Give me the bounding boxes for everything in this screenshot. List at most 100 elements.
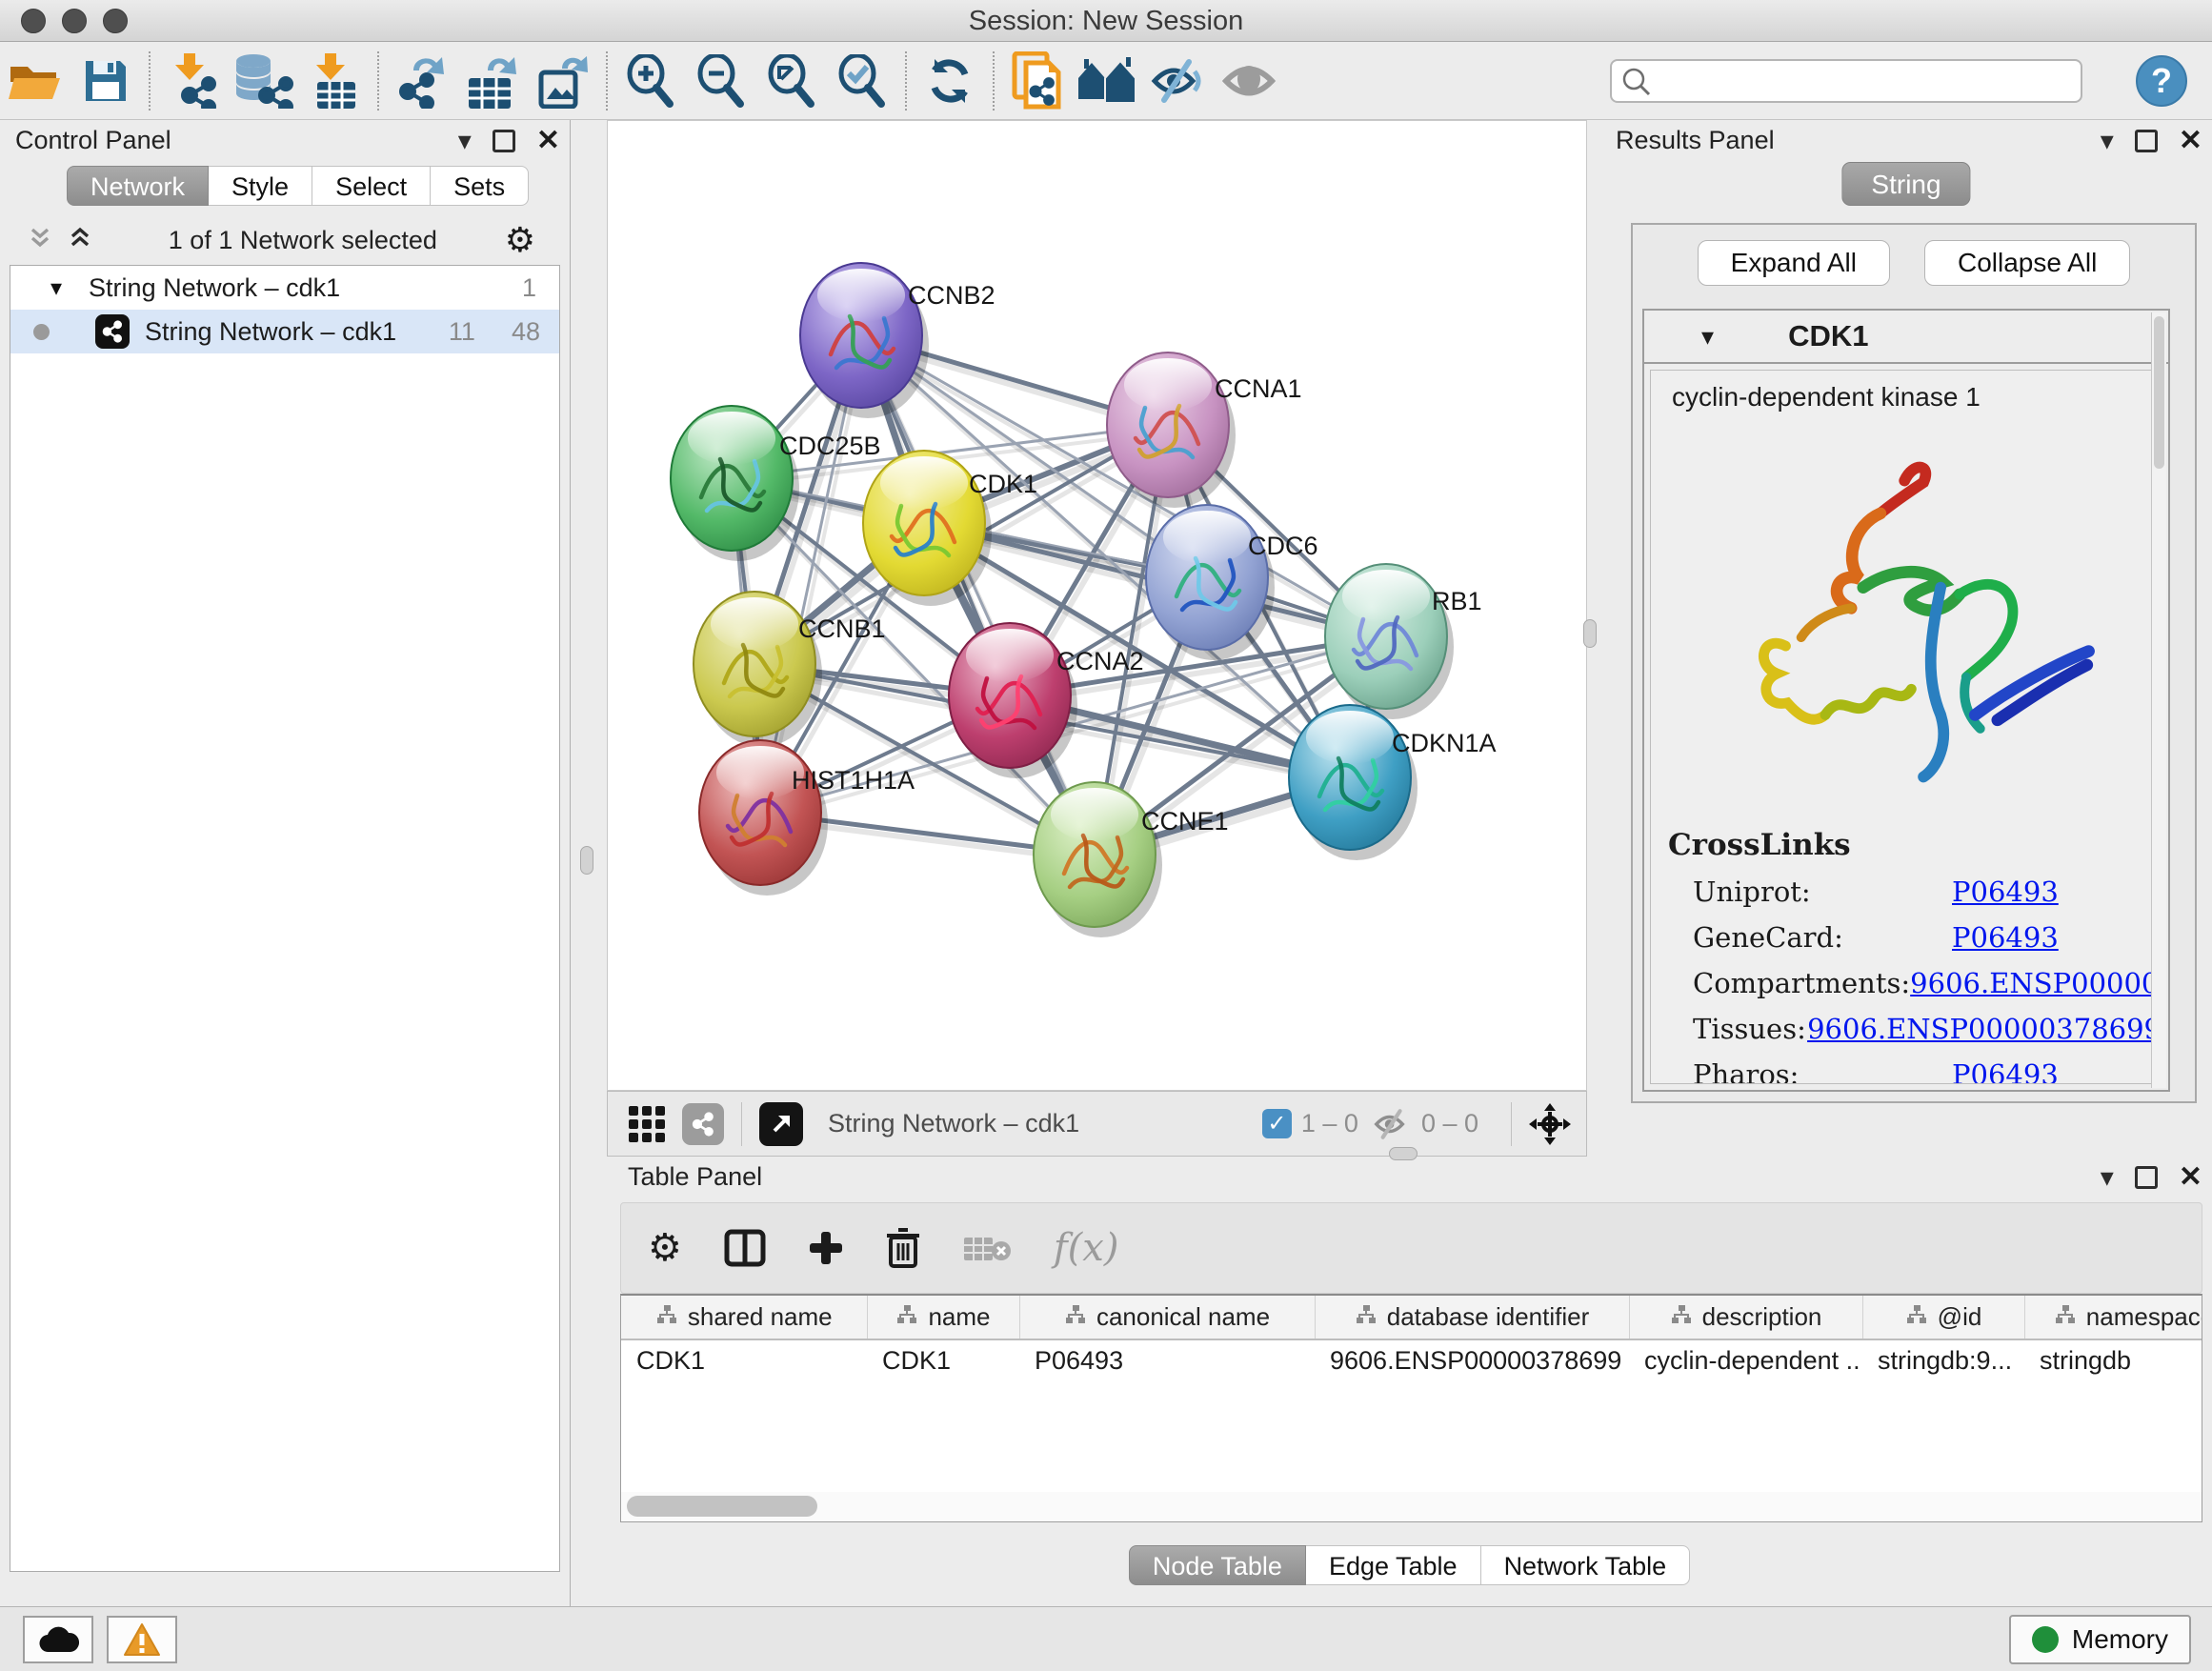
entry-gene-name: CDK1: [1788, 319, 1868, 353]
entry-description: cyclin-dependent kinase 1: [1672, 382, 2162, 413]
tab-network[interactable]: Network: [67, 166, 209, 206]
birds-eye-view-button[interactable]: [759, 1102, 803, 1146]
column-header-namespace[interactable]: namespace: [2024, 1296, 2202, 1339]
network-selection-summary: 1 of 1 Network selected: [101, 226, 505, 255]
entry-collapse-arrow-icon[interactable]: ▾: [1701, 322, 1714, 352]
open-session-button[interactable]: [0, 48, 70, 114]
expand-all-icon[interactable]: [69, 226, 101, 254]
node-entry-box: ▾ CDK1 cyclin-dependent kinase 1: [1642, 309, 2170, 1092]
memory-label: Memory: [2072, 1624, 2168, 1655]
control-panel-close-button[interactable]: ✕: [536, 124, 560, 157]
warnings-button[interactable]: [107, 1616, 177, 1663]
network-row-selected[interactable]: String Network – cdk1 11 48: [10, 310, 559, 353]
import-network-button[interactable]: [158, 48, 229, 114]
network-collection-row[interactable]: ▾ String Network – cdk1 1: [10, 266, 559, 310]
right-splitter-grip[interactable]: [1583, 619, 1597, 648]
crosslink-link[interactable]: 9606.ENSP00000378699: [1807, 1013, 2162, 1045]
expand-all-button[interactable]: Expand All: [1698, 240, 1890, 286]
search-input[interactable]: [1610, 59, 2082, 103]
export-table-button[interactable]: [457, 48, 528, 114]
crosslink-link[interactable]: P06493: [1952, 1058, 2059, 1084]
collapse-all-icon[interactable]: [29, 226, 61, 254]
table-cell[interactable]: 9606.ENSP00000378699: [1315, 1339, 1629, 1381]
clone-network-icon: [1011, 51, 1064, 111]
network-graph[interactable]: CCNB2CCNA1CDC25BCDK1CDC6RB1CCNB1CCNA2CDK…: [608, 121, 1587, 1088]
tab-edge-table[interactable]: Edge Table: [1306, 1545, 1481, 1585]
results-panel-menu-button[interactable]: ▾: [2101, 125, 2114, 156]
crosslink-link[interactable]: P06493: [1952, 876, 2059, 908]
collapse-all-button[interactable]: Collapse All: [1924, 240, 2130, 286]
network-options-gear-icon[interactable]: ⚙: [505, 221, 535, 260]
clone-network-button[interactable]: [1002, 48, 1073, 114]
column-header-description[interactable]: description: [1629, 1296, 1862, 1339]
table-cell[interactable]: P06493: [1019, 1339, 1315, 1381]
zoom-selected-button[interactable]: [827, 48, 897, 114]
apply-layout-button[interactable]: [915, 48, 985, 114]
crosslink-link[interactable]: 9606.ENSP00000378699: [1910, 967, 2162, 999]
table-panel-float-button[interactable]: [2135, 1166, 2158, 1189]
import-network-from-database-button[interactable]: [229, 48, 299, 114]
graphics-details-button[interactable]: [1073, 48, 1143, 114]
selected-checkbox-icon[interactable]: ✓: [1262, 1109, 1292, 1138]
column-header-shared-name[interactable]: shared name: [621, 1296, 867, 1339]
pan-crosshair-icon[interactable]: [1529, 1103, 1571, 1145]
column-header-name[interactable]: name: [867, 1296, 1019, 1339]
table-cell[interactable]: CDK1: [867, 1339, 1019, 1381]
bottom-splitter-grip[interactable]: [1389, 1147, 1418, 1160]
export-network-button[interactable]: [387, 48, 457, 114]
node-entry-header[interactable]: ▾ CDK1: [1644, 311, 2168, 364]
table-cell[interactable]: stringdb:9...: [1862, 1339, 2024, 1381]
tab-style[interactable]: Style: [209, 166, 312, 206]
table-options-gear-icon[interactable]: ⚙: [648, 1226, 682, 1270]
table-panel-menu-button[interactable]: ▾: [2101, 1161, 2114, 1193]
column-header-database-identifier[interactable]: database identifier: [1315, 1296, 1629, 1339]
zoom-fit-button[interactable]: [756, 48, 827, 114]
export-image-icon: [535, 53, 591, 109]
network-canvas[interactable]: CCNB2CCNA1CDC25BCDK1CDC6RB1CCNB1CCNA2CDK…: [607, 120, 1587, 1091]
import-table-button[interactable]: [299, 48, 370, 114]
zoom-out-button[interactable]: [686, 48, 756, 114]
column-header-canonical-name[interactable]: canonical name: [1019, 1296, 1315, 1339]
tab-node-table[interactable]: Node Table: [1129, 1545, 1306, 1585]
control-panel-menu-button[interactable]: ▾: [458, 125, 472, 156]
save-session-button[interactable]: [70, 48, 141, 114]
help-button[interactable]: ?: [2136, 55, 2187, 107]
network-badge-icon[interactable]: [682, 1103, 724, 1145]
node-HIST1H1A[interactable]: [699, 740, 828, 896]
node-CCNE1[interactable]: [1034, 782, 1162, 937]
table-panel-close-button[interactable]: ✕: [2179, 1160, 2202, 1194]
cloud-icon: [37, 1625, 79, 1654]
results-panel-close-button[interactable]: ✕: [2179, 124, 2202, 157]
node-CDC25B[interactable]: [671, 406, 799, 561]
tab-string[interactable]: String: [1841, 162, 1970, 206]
results-scrollbar[interactable]: [2151, 312, 2166, 1088]
tab-sets[interactable]: Sets: [431, 166, 529, 206]
table-cell[interactable]: CDK1: [621, 1339, 867, 1381]
table-row[interactable]: CDK1CDK1P064939606.ENSP00000378699cyclin…: [621, 1339, 2202, 1381]
tab-network-table[interactable]: Network Table: [1481, 1545, 1691, 1585]
tab-select[interactable]: Select: [312, 166, 431, 206]
memory-button[interactable]: Memory: [2009, 1615, 2191, 1664]
left-splitter-grip[interactable]: [580, 846, 593, 875]
zoom-out-icon: [695, 54, 747, 108]
create-column-button[interactable]: [808, 1230, 844, 1266]
table-cell[interactable]: cyclin-dependent ...: [1629, 1339, 1862, 1381]
export-image-button[interactable]: [528, 48, 598, 114]
table-horizontal-scrollbar[interactable]: [620, 1492, 2202, 1522]
node-CDC6[interactable]: [1146, 505, 1275, 660]
hide-selected-button[interactable]: [1143, 48, 1214, 114]
column-header-at-id[interactable]: @id: [1862, 1296, 2024, 1339]
control-panel-float-button[interactable]: [493, 130, 515, 152]
hierarchy-icon: [1064, 1302, 1087, 1332]
delete-column-button[interactable]: [886, 1228, 920, 1268]
show-all-button[interactable]: [1214, 48, 1284, 114]
tree-expand-arrow-icon[interactable]: ▾: [50, 274, 62, 302]
zoom-in-button[interactable]: [615, 48, 686, 114]
grid-view-icon[interactable]: [629, 1106, 665, 1142]
results-panel-float-button[interactable]: [2135, 130, 2158, 152]
show-columns-button[interactable]: [724, 1229, 766, 1267]
network-tree: ▾ String Network – cdk1 1 String Network…: [10, 265, 560, 1572]
cloud-status-button[interactable]: [23, 1616, 93, 1663]
table-cell[interactable]: stringdb: [2024, 1339, 2202, 1381]
crosslink-link[interactable]: P06493: [1952, 921, 2059, 954]
